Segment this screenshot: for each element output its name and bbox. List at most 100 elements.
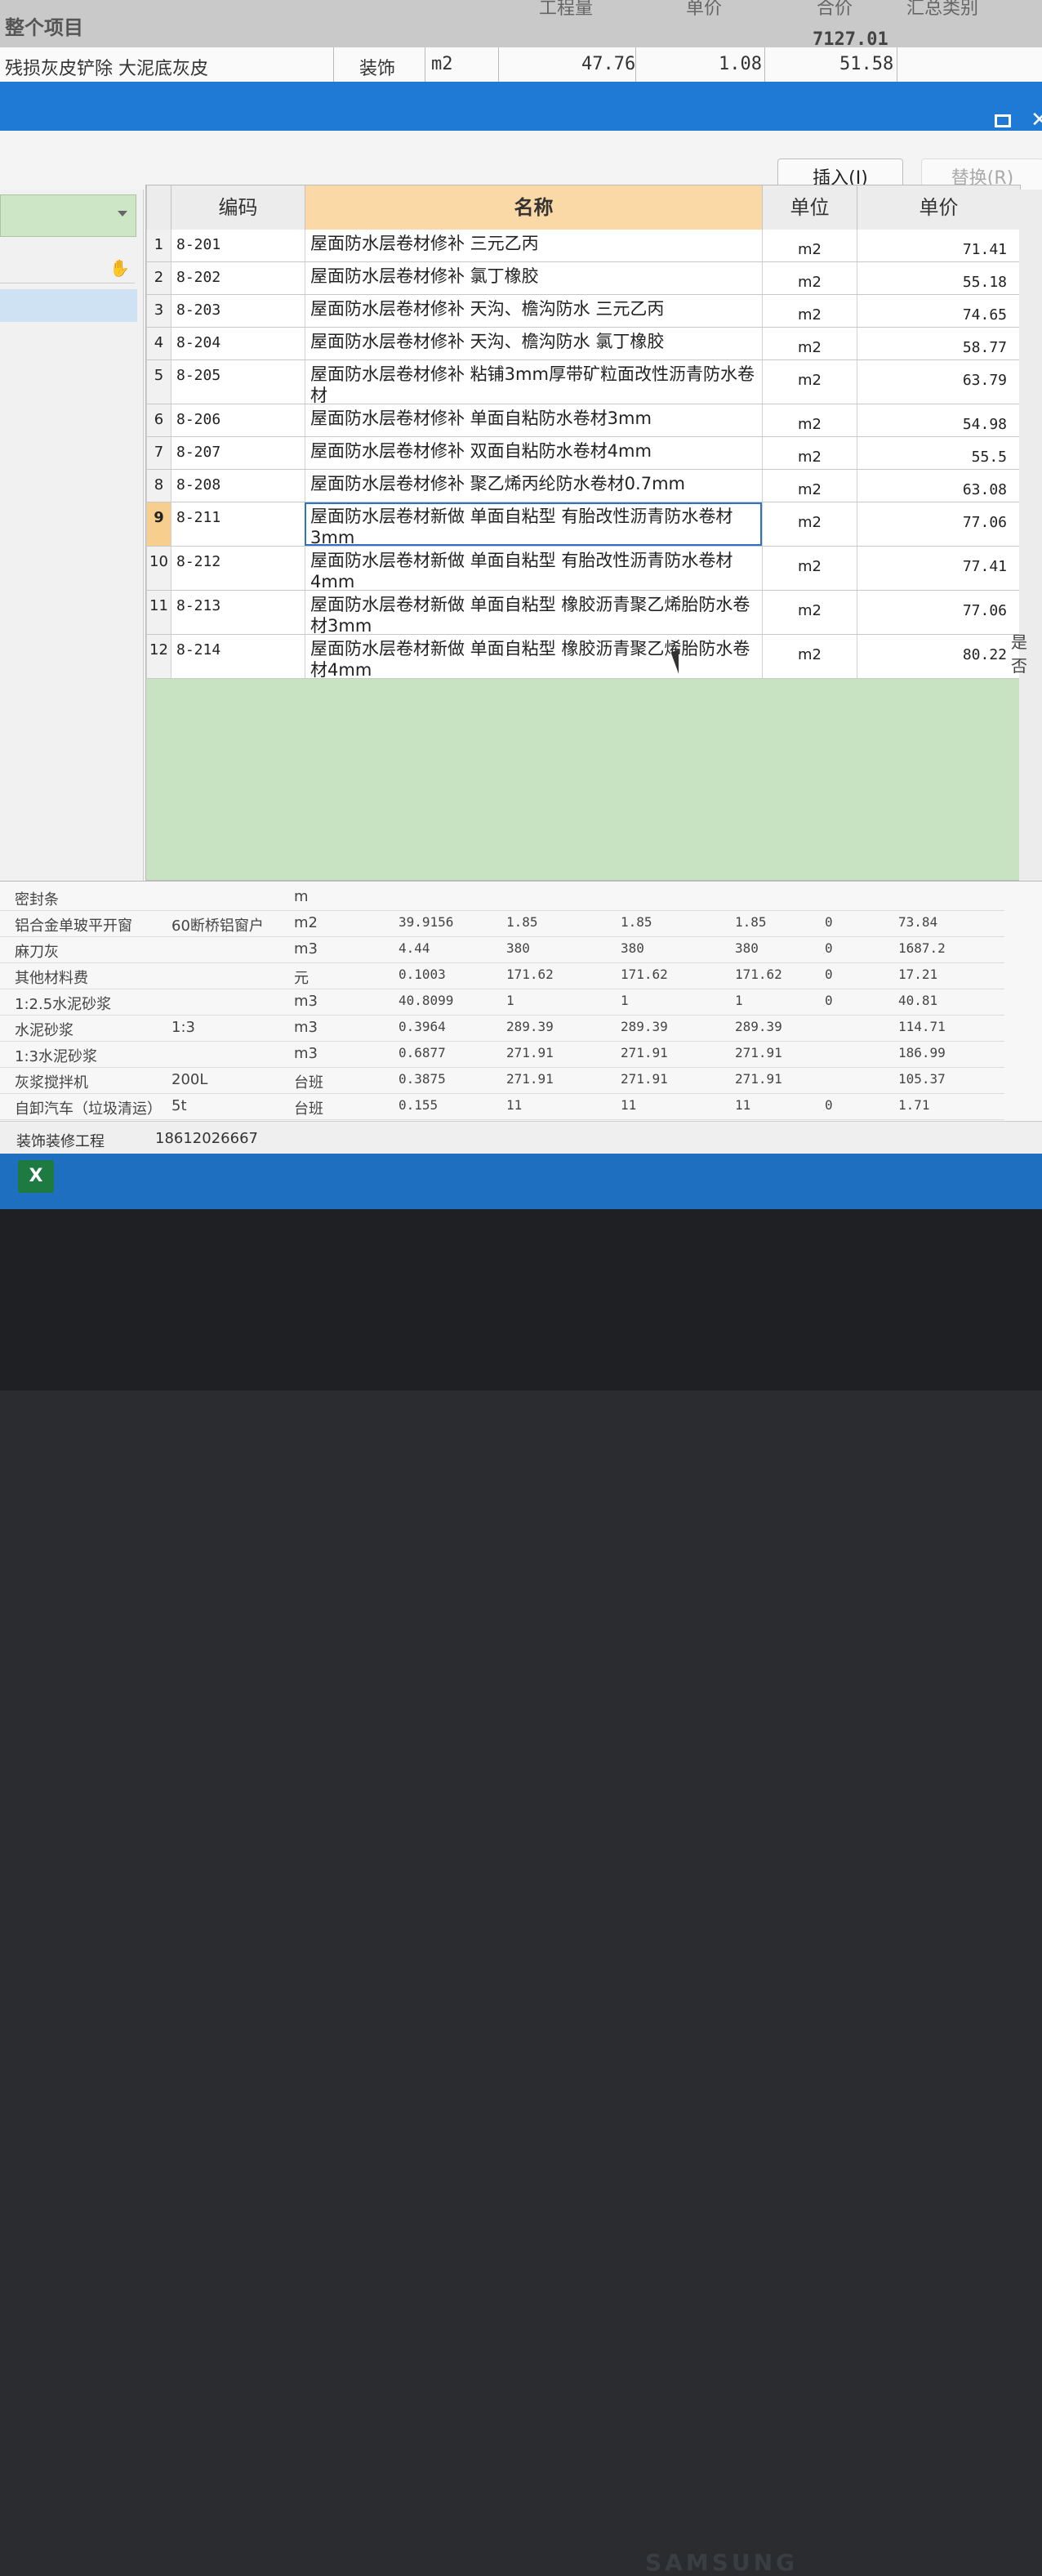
row-index: 9 — [146, 502, 171, 546]
row-index: 2 — [146, 262, 171, 294]
grid-row[interactable]: 1 8-201 屋面防水层卷材修补 三元乙丙 m2 71.41 — [146, 230, 1020, 262]
row-index: 1 — [146, 230, 171, 261]
material-row[interactable]: 铝合金单玻平开窗 60断桥铝窗户 m2 39.9156 1.85 1.85 1.85 0 73.… — [0, 911, 1004, 937]
section-label: 整个项目 — [5, 16, 83, 39]
material-row[interactable]: 麻刀灰 m3 4.44 380 380 380 0 1687.2 — [0, 937, 1004, 963]
summary-row-total: 51.58 — [839, 54, 894, 74]
mat-price-2: 380 — [621, 940, 644, 956]
grid-row[interactable]: 6 8-206 屋面防水层卷材修补 单面自粘防水卷材3mm m2 54.98 — [146, 404, 1020, 437]
summary-header: 整个项目 工程量 单价 合价 汇总类别 7127.01 — [0, 0, 1042, 50]
mat-spec: 60断桥铝窗户 — [171, 917, 264, 935]
mat-price-3: 1 — [735, 993, 743, 1008]
material-row[interactable]: 自卸汽车（垃圾清运） 5t 台班 0.155 11 11 11 0 1.71 — [0, 1094, 1004, 1120]
status-project: 装饰装修工程 — [16, 1133, 105, 1150]
row-price: 74.65 — [857, 295, 1020, 327]
row-code: 8-205 — [171, 360, 305, 404]
mat-price-3: 171.62 — [735, 967, 782, 982]
locate-icon[interactable]: ✋ — [109, 258, 130, 278]
grid-row[interactable]: 2 8-202 屋面防水层卷材修补 氯丁橡胶 m2 55.18 — [146, 262, 1020, 295]
row-price: 55.18 — [857, 262, 1020, 294]
mat-name: 其他材料费 — [15, 970, 88, 987]
row-unit: m2 — [762, 262, 857, 294]
row-price: 77.41 — [857, 547, 1020, 590]
mat-amount: 105.37 — [898, 1071, 946, 1087]
mat-qty: 39.9156 — [399, 914, 454, 930]
mat-name: 1:3水泥砂浆 — [15, 1048, 97, 1065]
taskbar — [0, 1154, 1042, 1209]
grid-row[interactable]: 11 8-213 屋面防水层卷材新做 单面自粘型 橡胶沥青聚乙烯胎防水卷材3mm m2… — [146, 591, 1020, 635]
summary-row-name: 残损灰皮铲除 大泥底灰皮 — [5, 59, 208, 79]
mat-unit: m3 — [294, 1045, 318, 1062]
row-name: 屋面防水层卷材修补 三元乙丙 — [305, 230, 762, 261]
row-name: 屋面防水层卷材新做 单面自粘型 有胎改性沥青防水卷材3mm — [305, 502, 762, 546]
row-price: 77.06 — [857, 502, 1020, 546]
grid-row[interactable]: 3 8-203 屋面防水层卷材修补 天沟、檐沟防水 三元乙丙 m2 74.65 — [146, 295, 1020, 328]
mat-amount: 40.81 — [898, 993, 938, 1008]
mat-qty: 40.8099 — [399, 993, 454, 1008]
row-index: 3 — [146, 295, 171, 327]
header-code[interactable]: 编码 — [171, 185, 305, 230]
row-unit: m2 — [762, 502, 857, 546]
summary-row[interactable]: 残损灰皮铲除 大泥底灰皮 装饰 m2 47.76 1.08 51.58 — [0, 47, 1042, 83]
row-code: 8-214 — [171, 635, 305, 678]
grid-row[interactable]: 9 8-211 屋面防水层卷材新做 单面自粘型 有胎改性沥青防水卷材3mm m2 77.… — [146, 502, 1020, 547]
material-row[interactable]: 1:2.5水泥砂浆 m3 40.8099 1 1 1 0 40.81 — [0, 989, 1004, 1016]
mat-price-3: 380 — [735, 940, 759, 956]
row-price: 54.98 — [857, 404, 1020, 436]
maximize-icon[interactable] — [995, 114, 1011, 127]
row-code: 8-207 — [171, 437, 305, 469]
row-unit: m2 — [762, 635, 857, 678]
mat-name: 麻刀灰 — [15, 944, 59, 961]
status-bar: 装饰装修工程 18612026667 — [0, 1121, 1042, 1154]
row-unit: m2 — [762, 470, 857, 502]
mat-amount: 73.84 — [898, 914, 938, 930]
summary-row-unit: m2 — [431, 54, 453, 74]
row-code: 8-208 — [171, 470, 305, 502]
mat-price-2: 171.62 — [621, 967, 668, 982]
grid-row[interactable]: 5 8-205 屋面防水层卷材修补 粘铺3mm厚带矿粒面改性沥青防水卷材 m2 63.7… — [146, 360, 1020, 404]
category-dropdown[interactable] — [0, 194, 136, 237]
summary-row-quantity: 47.76 — [581, 54, 636, 74]
mat-qty: 0.3875 — [399, 1071, 446, 1087]
excel-icon[interactable]: X — [18, 1160, 54, 1193]
grid-row[interactable]: 4 8-204 屋面防水层卷材修补 天沟、檐沟防水 氯丁橡胶 m2 58.77 — [146, 328, 1020, 360]
material-row[interactable]: 水泥砂浆 1:3 m3 0.3964 289.39 289.39 289.39 114.71 — [0, 1016, 1004, 1042]
row-name: 屋面防水层卷材修补 天沟、檐沟防水 三元乙丙 — [305, 295, 762, 327]
grid-row[interactable]: 7 8-207 屋面防水层卷材修补 双面自粘防水卷材4mm m2 55.5 — [146, 437, 1020, 470]
summary-row-unit-price: 1.08 — [719, 54, 762, 74]
grid-row[interactable]: 10 8-212 屋面防水层卷材新做 单面自粘型 有胎改性沥青防水卷材4mm m2 77… — [146, 547, 1020, 591]
row-price: 55.5 — [857, 437, 1020, 469]
header-price[interactable]: 单价 — [857, 185, 1020, 230]
row-unit: m2 — [762, 230, 857, 261]
status-phone: 18612026667 — [155, 1130, 258, 1147]
mat-name: 密封条 — [15, 891, 59, 909]
row-name: 屋面防水层卷材修补 天沟、檐沟防水 氯丁橡胶 — [305, 328, 762, 359]
row-price: 71.41 — [857, 230, 1020, 261]
mat-price-1: 271.91 — [506, 1071, 554, 1087]
close-icon[interactable]: ✕ — [1031, 108, 1042, 132]
row-price: 63.08 — [857, 470, 1020, 502]
row-index: 11 — [146, 591, 171, 634]
material-row[interactable]: 密封条 m — [0, 885, 1004, 911]
material-row[interactable]: 灰浆搅拌机 200L 台班 0.3875 271.91 271.91 271.91 105.3… — [0, 1068, 1004, 1094]
mat-name: 自卸汽车（垃圾清运） — [15, 1100, 162, 1118]
mat-price-3: 271.91 — [735, 1071, 782, 1087]
mat-price-1: 380 — [506, 940, 530, 956]
mat-price-3: 11 — [735, 1097, 751, 1113]
row-name: 屋面防水层卷材修补 粘铺3mm厚带矿粒面改性沥青防水卷材 — [305, 360, 762, 404]
mat-amount: 1.71 — [898, 1097, 930, 1113]
norm-grid: 编码 名称 单位 单价 1 8-201 屋面防水层卷材修补 三元乙丙 m2 71.41 2… — [145, 185, 1021, 881]
mat-price-2: 11 — [621, 1097, 637, 1113]
mat-flag: 0 — [825, 940, 833, 956]
header-name[interactable]: 名称 — [305, 185, 762, 230]
material-row[interactable]: 其他材料费 元 0.1003 171.62 171.62 171.62 0 17.21 — [0, 963, 1004, 989]
category-tree-selected-item[interactable] — [0, 289, 137, 322]
grid-row[interactable]: 8 8-208 屋面防水层卷材修补 聚乙烯丙纶防水卷材0.7mm m2 63.08 — [146, 470, 1020, 502]
row-code: 8-211 — [171, 502, 305, 546]
mat-price-3: 1.85 — [735, 914, 767, 930]
row-index: 6 — [146, 404, 171, 436]
material-row[interactable]: 1:3水泥砂浆 m3 0.6877 271.91 271.91 271.91 186.99 — [0, 1042, 1004, 1068]
mat-name: 灰浆搅拌机 — [15, 1074, 88, 1092]
grid-row[interactable]: 12 8-214 屋面防水层卷材新做 单面自粘型 橡胶沥青聚乙烯胎防水卷材4mm m2… — [146, 635, 1020, 679]
header-unit[interactable]: 单位 — [762, 185, 857, 230]
